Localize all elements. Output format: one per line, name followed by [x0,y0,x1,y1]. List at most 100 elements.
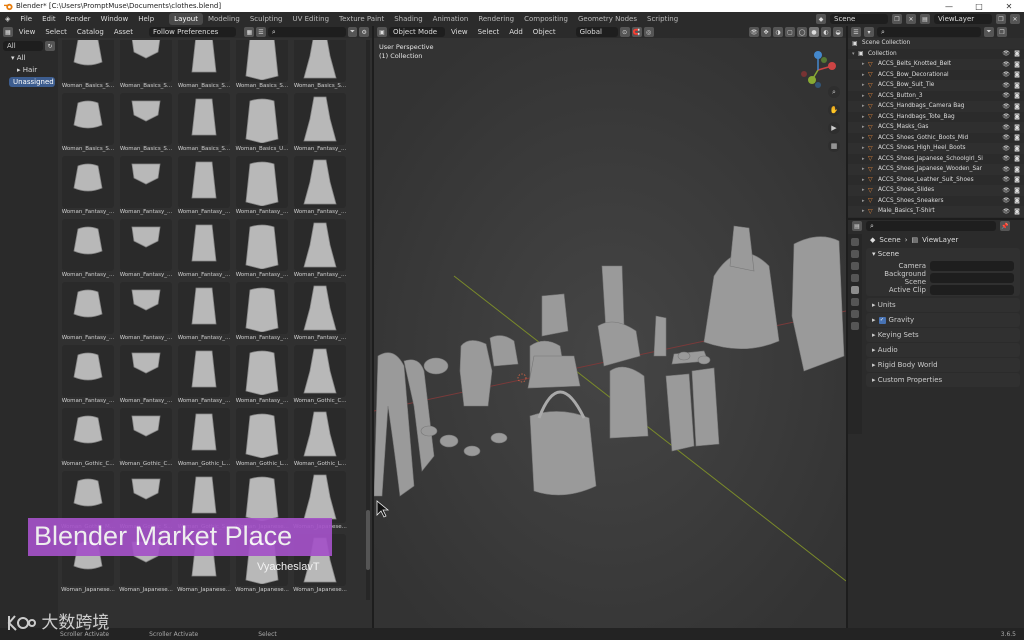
units-panel[interactable]: ▸ Units [866,298,1020,312]
outliner-display-mode-icon[interactable]: ▾ [864,27,874,37]
transform-orientation-dropdown[interactable]: Global [575,27,618,37]
asset-thumbnail[interactable]: Woman_Fantasy_... [234,219,290,279]
overlay-icon[interactable]: ◑ [773,27,783,37]
shading-solid-icon[interactable]: ● [809,27,819,37]
visibility-eye-icon[interactable]: 👁 [1002,197,1010,204]
outliner-object-row[interactable]: ▸ ▽ ACCS_Shoes_Japanese_Schoolgirl_Si 👁 ◙ [848,154,1024,165]
workspace-tab-uv-editing[interactable]: UV Editing [288,13,335,25]
visibility-eye-icon[interactable]: 👁 [1002,61,1010,68]
visibility-eye-icon[interactable]: 👁 [1002,124,1010,131]
render-camera-icon[interactable]: ◙ [1014,155,1020,162]
editor-type-icon[interactable]: ▦ [3,27,13,37]
asset-thumbnail[interactable]: Woman_Fantasy_... [118,156,174,216]
outliner-object-row[interactable]: ▸ ▽ ACCS_Belts_Knotted_Belt 👁 ◙ [848,59,1024,70]
workspace-tab-layout[interactable]: Layout [169,13,203,25]
collection-render-camera-icon[interactable]: ◙ [1014,50,1020,57]
asset-thumbnail[interactable]: Woman_Gothic_L... [292,408,348,468]
outliner-editor-type-icon[interactable]: ☰ [851,27,861,37]
3d-viewport[interactable]: ▣ Object Mode View Select Add Object Glo… [374,26,846,628]
viewlayer-new-icon[interactable]: ❐ [996,14,1006,24]
zoom-icon[interactable]: ⌕ [828,86,840,98]
scene-browse-icon[interactable]: ◆ [816,14,826,24]
asset-search-input[interactable]: ⌕ [267,27,346,37]
render-camera-icon[interactable]: ◙ [1014,92,1020,99]
outliner-object-row[interactable]: ▸ ▽ ACCS_Masks_Gas 👁 ◙ [848,122,1024,133]
render-camera-icon[interactable]: ◙ [1014,124,1020,131]
asset-menu-asset[interactable]: Asset [110,28,137,36]
outliner-object-row[interactable]: ▸ ▽ ACCS_Shoes_Sneakers 👁 ◙ [848,196,1024,207]
xray-icon[interactable]: ▢ [785,27,795,37]
asset-thumbnail[interactable]: Woman_Basics_S... [176,40,232,90]
active-clip-field[interactable] [930,285,1014,295]
asset-thumbnail[interactable]: Woman_Fantasy_... [176,219,232,279]
scene-name-field[interactable]: Scene [830,14,888,24]
render-camera-icon[interactable]: ◙ [1014,103,1020,110]
visibility-eye-icon[interactable]: 👁 [1002,208,1010,215]
asset-library-dropdown[interactable]: All [3,41,43,51]
render-tab-icon[interactable] [851,250,859,258]
viewport-menu-select[interactable]: Select [474,28,504,36]
output-tab-icon[interactable] [851,262,859,270]
outliner-object-row[interactable]: ▸ ▽ ACCS_Shoes_Leather_Suit_Shoes 👁 ◙ [848,175,1024,186]
asset-thumbnail[interactable]: Woman_Gothic_L... [234,408,290,468]
render-camera-icon[interactable]: ◙ [1014,166,1020,173]
visibility-eye-icon[interactable]: 👁 [1002,145,1010,152]
scene-new-icon[interactable]: ❐ [892,14,902,24]
workspace-tab-geometry-nodes[interactable]: Geometry Nodes [573,13,642,25]
visibility-eye-icon[interactable]: 👁 [1002,103,1010,110]
visibility-eye-icon[interactable]: 👁 [1002,155,1010,162]
viewlayer-browse-icon[interactable]: ▤ [920,14,930,24]
viewport-menu-add[interactable]: Add [505,28,527,36]
outliner-filter-icon[interactable]: ⏷ [984,27,994,37]
outliner-object-row[interactable]: ▸ ▽ ACCS_Shoes_Gothic_Boots_Mid 👁 ◙ [848,133,1024,144]
menu-edit[interactable]: Edit [37,15,61,23]
visibility-eye-icon[interactable]: 👁 [1002,134,1010,141]
viewlayer-delete-icon[interactable]: ✕ [1010,14,1020,24]
outliner-object-row[interactable]: ▸ ▽ ACCS_Handbags_Tote_Bag 👁 ◙ [848,112,1024,123]
asset-menu-view[interactable]: View [15,28,40,36]
asset-thumbnail[interactable]: Woman_Fantasy_... [176,156,232,216]
workspace-tab-modeling[interactable]: Modeling [203,13,245,25]
asset-thumbnail[interactable]: Woman_Fantasy_... [292,93,348,153]
asset-thumbnail[interactable]: Woman_Basics_S... [176,93,232,153]
asset-thumbnail[interactable]: Woman_Fantasy_... [118,345,174,405]
shading-wireframe-icon[interactable]: ◯ [797,27,807,37]
asset-thumbnail[interactable]: Woman_Fantasy_... [234,156,290,216]
visibility-eye-icon[interactable]: 👁 [1002,176,1010,183]
asset-thumbnail[interactable]: Woman_Fantasy_... [60,282,116,342]
collection-visibility-eye-icon[interactable]: 👁 [1002,50,1010,57]
workspace-tab-scripting[interactable]: Scripting [642,13,683,25]
asset-thumbnail[interactable]: Woman_Fantasy_... [176,282,232,342]
outliner-object-row[interactable]: ▸ ▽ ACCS_Bow_Decorational 👁 ◙ [848,70,1024,81]
render-camera-icon[interactable]: ◙ [1014,82,1020,89]
viewport-editor-type-icon[interactable]: ▣ [377,27,387,37]
asset-thumbnail[interactable]: Woman_Fantasy_... [118,282,174,342]
asset-thumbnail[interactable]: Woman_Basics_U... [234,93,290,153]
asset-thumbnail[interactable]: Woman_Gothic_C... [118,408,174,468]
asset-thumbnail[interactable]: Woman_Fantasy_... [60,156,116,216]
asset-menu-select[interactable]: Select [41,28,71,36]
outliner-object-row[interactable]: ▸ ▽ ACCS_Handbags_Camera Bag 👁 ◙ [848,101,1024,112]
outliner-object-row[interactable]: ▸ ▽ ACCS_Shoes_High_Heel_Boots 👁 ◙ [848,143,1024,154]
asset-thumbnail[interactable]: Woman_Gothic_C... [292,345,348,405]
asset-scrollbar[interactable] [366,40,370,600]
properties-editor-type-icon[interactable]: ▤ [852,221,862,231]
grid-view-icon[interactable]: ▦ [828,140,840,152]
menu-render[interactable]: Render [61,15,96,23]
asset-thumbnail[interactable]: Woman_Fantasy_... [292,219,348,279]
view-layer-tab-icon[interactable] [851,274,859,282]
scene-tab-icon[interactable] [851,286,859,294]
snap-icon[interactable]: 🧲 [631,27,642,37]
scene-panel-header[interactable]: ▾ Scene [866,248,1020,260]
viewport-scene[interactable] [374,26,846,628]
render-camera-icon[interactable]: ◙ [1014,61,1020,68]
asset-settings-gear-icon[interactable]: ⚙ [359,27,369,37]
world-tab-icon[interactable] [851,298,859,306]
render-camera-icon[interactable]: ◙ [1014,208,1020,215]
workspace-tab-shading[interactable]: Shading [389,13,427,25]
visibility-eye-icon[interactable]: 👁 [1002,71,1010,78]
view-list-icon[interactable]: ☰ [256,27,266,37]
blender-menu-icon[interactable]: ◈ [0,15,15,23]
asset-thumbnail[interactable]: Woman_Fantasy_... [60,345,116,405]
shading-material-icon[interactable]: ◐ [821,27,831,37]
